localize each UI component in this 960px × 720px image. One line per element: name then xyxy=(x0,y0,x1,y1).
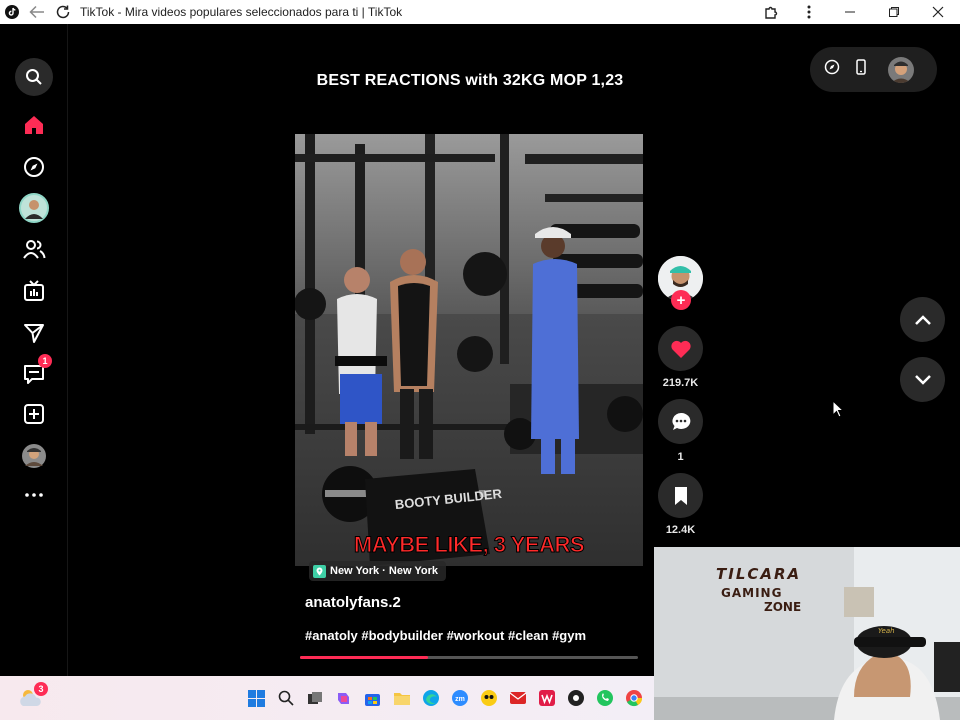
video-caption: MAYBE LIKE, 3 YEARS xyxy=(354,532,584,557)
save-button[interactable] xyxy=(658,473,703,518)
chrome-icon[interactable] xyxy=(623,688,644,709)
top-right-controls xyxy=(810,47,937,92)
previous-video-button[interactable] xyxy=(900,297,945,342)
close-button[interactable] xyxy=(916,0,960,24)
wps-icon[interactable] xyxy=(536,688,557,709)
windows-start-icon[interactable] xyxy=(246,688,267,709)
copilot-icon[interactable] xyxy=(333,688,354,709)
webcam-logo-line1: TILCARA xyxy=(716,565,802,583)
video-title: BEST REACTIONS with 32KG MOP 1,23 xyxy=(316,72,624,89)
window-titlebar: TikTok - Mira videos populares seleccion… xyxy=(0,0,960,24)
video-player[interactable]: BOOTY BUILDER MAYBE LIKE, 3 YEARS xyxy=(295,134,643,566)
svg-text:Yeah: Yeah xyxy=(878,627,895,635)
get-app-icon[interactable] xyxy=(854,59,868,80)
extensions-button[interactable] xyxy=(752,0,790,24)
minimize-button[interactable] xyxy=(828,0,872,24)
send-icon[interactable] xyxy=(14,313,54,353)
author-name[interactable]: anatolyfans.2 xyxy=(305,594,401,611)
edge-icon[interactable] xyxy=(420,688,441,709)
weather-widget[interactable]: 3 xyxy=(18,682,48,710)
location-pin-icon xyxy=(313,564,326,578)
like-count: 219.7K xyxy=(662,377,699,389)
webcam-logo-line2: GAMING xyxy=(721,586,783,600)
hashtags[interactable]: #anatoly #bodybuilder #workout #clean #g… xyxy=(305,628,586,643)
friends-icon[interactable] xyxy=(14,229,54,269)
inbox-badge: 1 xyxy=(38,354,52,368)
whatsapp-icon[interactable] xyxy=(594,688,615,709)
live-tv-icon[interactable] xyxy=(14,271,54,311)
upload-icon[interactable] xyxy=(14,394,54,434)
video-progress-bar[interactable] xyxy=(300,656,638,659)
chevron-up-icon xyxy=(914,314,931,325)
follow-button[interactable]: + xyxy=(671,290,691,310)
mouse-cursor-icon xyxy=(832,400,844,418)
reload-button[interactable] xyxy=(50,0,76,24)
weather-badge: 3 xyxy=(34,682,48,696)
video-progress-fill xyxy=(300,656,429,659)
inbox-icon[interactable]: 1 xyxy=(14,354,54,394)
compass-icon[interactable] xyxy=(14,147,54,187)
windows-taskbar: 3 zm xyxy=(0,676,654,720)
left-sidebar: 1 xyxy=(0,24,68,676)
svg-text:zm: zm xyxy=(455,696,465,703)
coin-icon[interactable] xyxy=(824,59,840,80)
task-view-icon[interactable] xyxy=(304,688,325,709)
comment-icon xyxy=(672,412,690,430)
webcam-overlay: Yeah TILCARA GAMING ZONE xyxy=(654,547,960,720)
location-label: New York · New York xyxy=(330,565,439,577)
profile-avatar[interactable] xyxy=(14,436,54,476)
bookmark-icon xyxy=(674,486,687,505)
home-icon[interactable] xyxy=(14,105,54,145)
file-explorer-icon[interactable] xyxy=(391,688,412,709)
save-count: 12.4K xyxy=(665,524,696,536)
menu-button[interactable] xyxy=(790,0,828,24)
zoom-icon[interactable]: zm xyxy=(449,688,470,709)
obs-icon[interactable] xyxy=(565,688,586,709)
back-button[interactable] xyxy=(24,0,50,24)
outlook-icon[interactable] xyxy=(507,688,528,709)
location-chip[interactable]: New York · New York xyxy=(309,561,447,581)
restore-button[interactable] xyxy=(872,0,916,24)
comment-count: 1 xyxy=(677,451,684,463)
comment-button[interactable] xyxy=(658,399,703,444)
following-avatar[interactable] xyxy=(14,188,54,228)
like-button[interactable] xyxy=(658,326,703,371)
video-thumbnail: BOOTY BUILDER MAYBE LIKE, 3 YEARS xyxy=(295,134,643,566)
webcam-feed: Yeah xyxy=(654,547,960,720)
taskbar-search-icon[interactable] xyxy=(275,688,296,709)
search-icon[interactable] xyxy=(15,58,53,96)
heart-icon xyxy=(670,340,691,358)
game-app-icon[interactable] xyxy=(478,688,499,709)
store-icon[interactable] xyxy=(362,688,383,709)
chevron-down-icon xyxy=(914,374,931,385)
tiktok-logo-icon xyxy=(0,0,24,24)
next-video-button[interactable] xyxy=(900,357,945,402)
webcam-logo-line3: ZONE xyxy=(764,600,802,614)
account-avatar[interactable] xyxy=(888,56,914,83)
window-title: TikTok - Mira videos populares seleccion… xyxy=(80,5,403,19)
more-icon[interactable] xyxy=(14,475,54,515)
